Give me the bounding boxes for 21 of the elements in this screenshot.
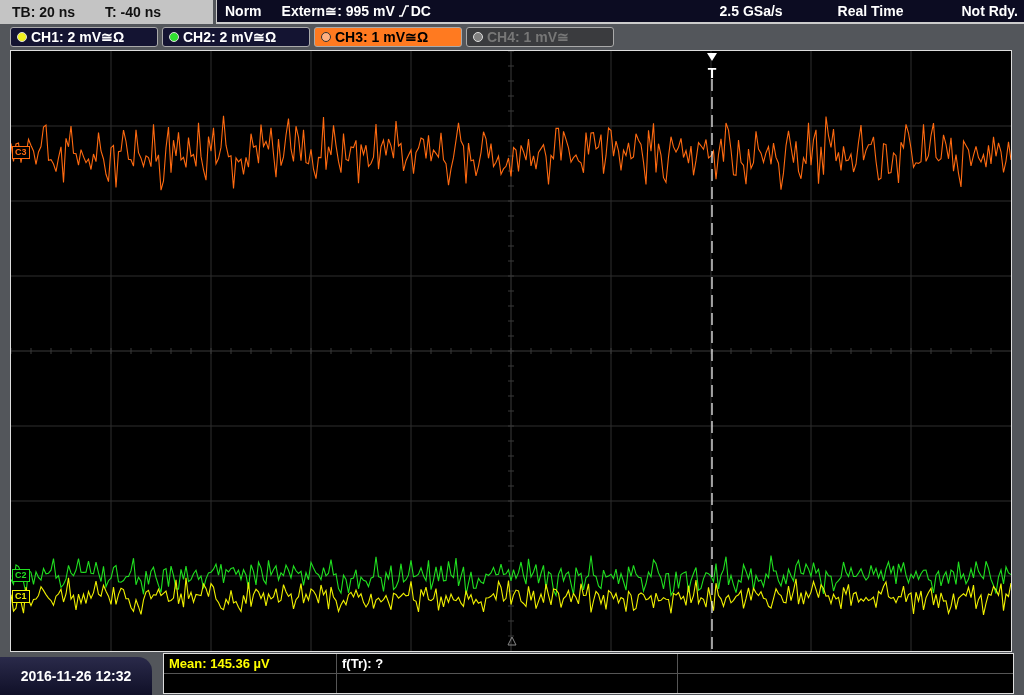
channel-tab[interactable]: CH3: 1 mV≅Ω	[314, 27, 462, 47]
trigger-time-label: T: -40 ns	[105, 4, 162, 20]
trigger-marker-label: T	[707, 65, 717, 81]
timebase-label: TB: 20 ns	[12, 4, 75, 20]
measurement-value: Mean: 145.36 µV	[169, 656, 270, 671]
channel-ground-marker[interactable]: C2	[12, 569, 30, 582]
channel-ground-marker[interactable]: C3	[12, 146, 30, 159]
warning-icon	[507, 636, 517, 646]
channel-tab[interactable]: CH1: 2 mV≅Ω	[10, 27, 158, 47]
trigger-mode-label: Norm	[225, 3, 262, 19]
trigger-coupling-label: DC	[410, 3, 431, 19]
acquisition-state-label: Not Rdy.	[961, 3, 1018, 19]
channel-tab[interactable]: CH2: 2 mV≅Ω	[162, 27, 310, 47]
trigger-position-icon	[707, 53, 717, 61]
acquisition-mode-label: Real Time	[837, 3, 904, 19]
measurement-value: f(Tr): ?	[342, 656, 384, 671]
rising-edge-icon	[398, 4, 409, 18]
trigger-source-label: Extern≅: 995 mV	[281, 3, 395, 19]
timestamp-label: 2016-11-26 12:32	[0, 657, 152, 695]
channel-ground-marker[interactable]: C1	[12, 590, 30, 603]
sample-rate-label: 2.5 GSa/s	[719, 3, 783, 19]
